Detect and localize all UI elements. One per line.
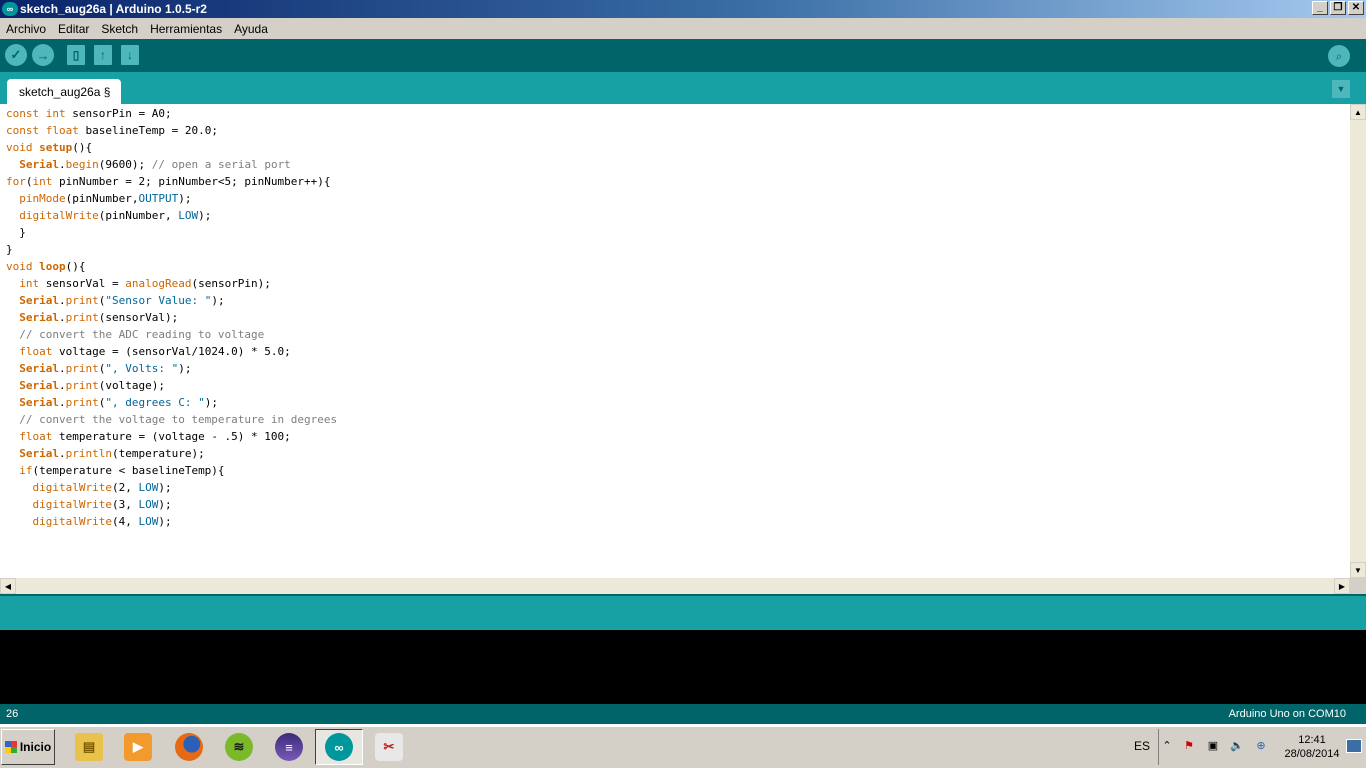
title-bar: ∞ sketch_aug26a | Arduino 1.0.5-r2 _ ❐ ✕ (0, 0, 1366, 18)
new-icon[interactable]: ▯ (67, 45, 85, 65)
scroll-right-icon[interactable]: ▶ (1334, 578, 1350, 594)
arduino-icon[interactable]: ∞ (315, 729, 363, 765)
start-button[interactable]: Inicio (1, 729, 55, 765)
code-line[interactable]: Serial.begin(9600); // open a serial por… (6, 156, 337, 173)
serial-monitor-icon[interactable]: ⌕ (1328, 45, 1350, 67)
menu-bar: Archivo Editar Sketch Herramientas Ayuda (0, 18, 1366, 39)
code-line[interactable]: Serial.print("Sensor Value: "); (6, 292, 337, 309)
code-line[interactable]: digitalWrite(2, LOW); (6, 479, 337, 496)
upload-icon[interactable]: → (32, 44, 54, 66)
code-line[interactable]: Serial.print(voltage); (6, 377, 337, 394)
code-line[interactable]: digitalWrite(4, LOW); (6, 513, 337, 530)
code-line[interactable]: Serial.print(", degrees C: "); (6, 394, 337, 411)
menu-ayuda[interactable]: Ayuda (228, 22, 274, 36)
open-icon[interactable]: ↑ (94, 45, 112, 65)
show-hidden-icons-icon[interactable]: ⌃ (1160, 739, 1174, 753)
save-icon[interactable]: ↓ (121, 45, 139, 65)
code-line[interactable]: if(temperature < baselineTemp){ (6, 462, 337, 479)
minimize-icon[interactable]: _ (1312, 1, 1328, 15)
clock[interactable]: 12:41 28/08/2014 (1280, 733, 1344, 761)
code-line[interactable]: Serial.print(sensorVal); (6, 309, 337, 326)
tab-sketch[interactable]: sketch_aug26a § (7, 79, 121, 104)
vertical-scrollbar[interactable]: ▲ ▼ (1350, 104, 1366, 578)
scroll-up-icon[interactable]: ▲ (1350, 104, 1366, 120)
menu-sketch[interactable]: Sketch (95, 22, 144, 36)
line-number: 26 (6, 708, 19, 720)
tab-bar: sketch_aug26a § ▼ (0, 72, 1366, 104)
code-line[interactable]: // convert the voltage to temperature in… (6, 411, 337, 428)
horizontal-scrollbar[interactable]: ◀ ▶ (0, 578, 1350, 594)
status-bar (0, 594, 1366, 630)
arduino-logo-icon: ∞ (2, 2, 18, 16)
board-status: Arduino Uno on COM10 (1228, 708, 1346, 720)
code-line[interactable]: Serial.print(", Volts: "); (6, 360, 337, 377)
code-line[interactable]: pinMode(pinNumber,OUTPUT); (6, 190, 337, 207)
code-line[interactable]: for(int pinNumber = 2; pinNumber<5; pinN… (6, 173, 337, 190)
clock-time: 12:41 (1298, 734, 1326, 746)
start-label: Inicio (19, 740, 52, 754)
verify-icon[interactable]: ✓ (5, 44, 27, 66)
firefox-icon[interactable] (165, 729, 213, 765)
code-editor[interactable]: const int sensorPin = A0; const float bas… (0, 104, 1350, 578)
window-controls: _ ❐ ✕ (1312, 1, 1364, 15)
code-line[interactable]: digitalWrite(pinNumber, LOW); (6, 207, 337, 224)
code-line[interactable]: void loop(){ (6, 258, 337, 275)
code-line[interactable]: digitalWrite(3, LOW); (6, 496, 337, 513)
eclipse-icon[interactable]: ≡ (265, 729, 313, 765)
tab-menu-chevron-down-icon[interactable]: ▼ (1332, 80, 1350, 98)
code-line[interactable]: float voltage = (sensorVal/1024.0) * 5.0… (6, 343, 337, 360)
menu-archivo[interactable]: Archivo (0, 22, 52, 36)
code-line[interactable]: // convert the ADC reading to voltage (6, 326, 337, 343)
code-line[interactable]: } (6, 224, 337, 241)
code-line[interactable]: Serial.println(temperature); (6, 445, 337, 462)
console-output[interactable] (0, 630, 1366, 704)
clock-date: 28/08/2014 (1284, 748, 1340, 760)
footer-bar: 26 Arduino Uno on COM10 (0, 704, 1366, 724)
volume-icon[interactable]: 🔈 (1230, 739, 1244, 753)
menu-editar[interactable]: Editar (52, 22, 95, 36)
tab-label: sketch_aug26a § (19, 84, 111, 99)
snipping-tool-icon[interactable]: ✂ (365, 729, 413, 765)
restore-icon[interactable]: ❐ (1330, 1, 1346, 15)
code-line[interactable]: const float baselineTemp = 20.0; (6, 122, 337, 139)
code-line[interactable]: float temperature = (voltage - .5) * 100… (6, 428, 337, 445)
taskbar: Inicio ▤ ▶ ≋ ≡ ∞ ✂ ES ⌃ ⚑ ▣ 🔈 ⊕ 12:41 28… (0, 726, 1366, 768)
window-title: sketch_aug26a | Arduino 1.0.5-r2 (20, 2, 207, 16)
media-player-icon[interactable]: ▶ (114, 729, 162, 765)
scroll-left-icon[interactable]: ◀ (0, 578, 16, 594)
spotify-icon[interactable]: ≋ (215, 729, 263, 765)
scroll-down-icon[interactable]: ▼ (1350, 562, 1366, 578)
safely-remove-hardware-icon[interactable]: ▣ (1206, 739, 1220, 753)
windows-logo-icon (4, 741, 17, 753)
network-icon[interactable]: ⊕ (1254, 739, 1268, 753)
show-desktop-icon[interactable] (1346, 739, 1362, 753)
toolbar: ✓ → ▯ ↑ ↓ ⌕ (0, 39, 1366, 72)
close-icon[interactable]: ✕ (1348, 1, 1364, 15)
code-line[interactable]: } (6, 241, 337, 258)
code-line[interactable]: void setup(){ (6, 139, 337, 156)
code-line[interactable]: int sensorVal = analogRead(sensorPin); (6, 275, 337, 292)
code-line[interactable]: const int sensorPin = A0; (6, 105, 337, 122)
scrollbar-corner (1350, 578, 1366, 594)
action-center-icon[interactable]: ⚑ (1182, 739, 1196, 753)
menu-herramientas[interactable]: Herramientas (144, 22, 228, 36)
code-text[interactable]: const int sensorPin = A0; const float bas… (6, 105, 337, 530)
file-explorer-icon[interactable]: ▤ (65, 729, 113, 765)
language-indicator[interactable]: ES (1134, 739, 1150, 753)
